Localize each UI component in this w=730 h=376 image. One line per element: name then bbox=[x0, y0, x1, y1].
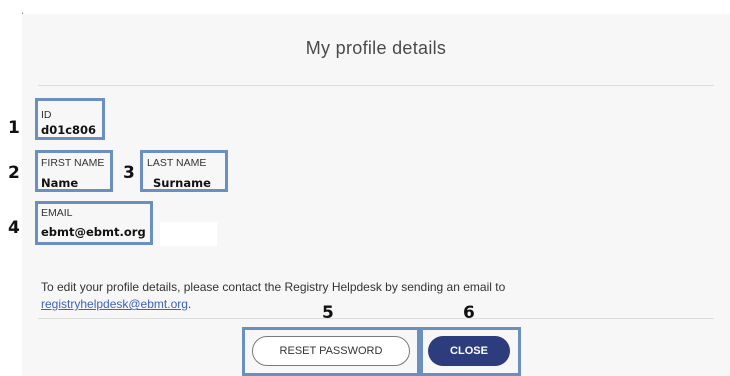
header-divider bbox=[38, 85, 714, 86]
modal-title: My profile details bbox=[305, 38, 447, 58]
footer-divider bbox=[38, 318, 714, 319]
profile-modal: My profile details bbox=[22, 14, 730, 376]
callout-6: 6 bbox=[463, 303, 475, 323]
help-text: To edit your profile details, please con… bbox=[41, 279, 505, 313]
callout-5: 5 bbox=[322, 303, 334, 323]
id-label: ID bbox=[41, 109, 52, 121]
help-message: To edit your profile details, please con… bbox=[41, 280, 506, 294]
callout-3: 3 bbox=[123, 163, 135, 183]
first-name-value: Name bbox=[41, 176, 79, 190]
email-value: ebmt@ebmt.org bbox=[41, 225, 146, 239]
id-value: d01c806 bbox=[41, 123, 97, 137]
last-name-label: LAST NAME bbox=[147, 157, 207, 169]
empty-field-box bbox=[160, 222, 217, 246]
callout-1: 1 bbox=[8, 118, 20, 138]
callout-4: 4 bbox=[8, 218, 20, 238]
helpdesk-email-link[interactable]: registryhelpdesk@ebmt.org bbox=[41, 297, 188, 311]
close-button[interactable]: CLOSE bbox=[428, 336, 510, 366]
reset-password-button[interactable]: RESET PASSWORD bbox=[252, 336, 410, 366]
help-suffix: . bbox=[187, 297, 192, 311]
callout-2: 2 bbox=[8, 163, 20, 183]
last-name-value: Surname bbox=[153, 176, 211, 190]
email-label: EMAIL bbox=[41, 207, 73, 219]
first-name-label: FIRST NAME bbox=[41, 157, 105, 169]
